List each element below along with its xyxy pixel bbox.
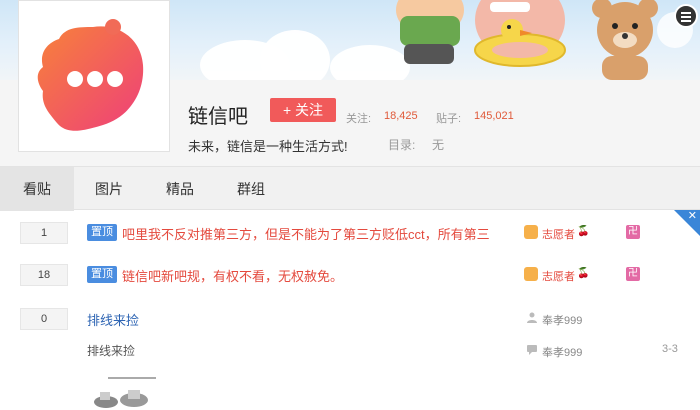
directory-label: 目录: xyxy=(388,138,416,152)
thread-author[interactable]: 志愿者 xyxy=(542,226,575,242)
cherry-badge-icon: 🍒 xyxy=(577,268,590,279)
thread-abstract: 排线来捡 xyxy=(87,344,136,358)
forum-logo-icon xyxy=(37,19,144,131)
thread-title[interactable]: 排线来捡 xyxy=(87,310,287,329)
followers-count: 18,425 xyxy=(384,110,418,122)
forum-title: 链信吧 xyxy=(188,106,248,128)
user-icon xyxy=(527,312,537,323)
follow-button[interactable]: + 关注 xyxy=(270,98,336,122)
posts-count: 145,021 xyxy=(474,110,514,122)
last-reply-user[interactable]: 奉孝999 xyxy=(542,344,582,360)
reply-count: 18 xyxy=(20,264,68,286)
pinned-tag: 置顶 xyxy=(87,224,117,241)
menu-icon[interactable] xyxy=(674,4,698,28)
close-icon[interactable]: ✕ xyxy=(688,209,697,222)
reply-count: 1 xyxy=(20,222,68,244)
cloud-decoration xyxy=(260,30,330,80)
forum-slogan: 未来，链信是一种生活方式! xyxy=(188,139,348,154)
tab-groups[interactable]: 群组 xyxy=(216,167,286,211)
user-icon xyxy=(524,267,538,281)
forum-avatar xyxy=(18,0,170,152)
tab-featured[interactable]: 精品 xyxy=(144,167,216,211)
tab-threads[interactable]: 看贴 xyxy=(0,167,74,211)
user-icon xyxy=(524,225,538,239)
thread-title[interactable]: 链信吧新吧规，有权不看，无权赦免。 xyxy=(122,266,502,285)
thread-title[interactable]: 吧里我不反对推第三方，但是不能为了第三方贬低cct，所有第三 xyxy=(122,224,502,243)
cherry-badge-icon: 🍒 xyxy=(577,226,590,237)
sign-in-icon: 卍 xyxy=(626,225,640,239)
posts-label: 贴子: xyxy=(436,113,462,125)
thread-author[interactable]: 奉孝999 xyxy=(542,312,582,328)
banner-cartoon-illustration xyxy=(396,0,693,80)
directory-value[interactable]: 无 xyxy=(432,136,444,153)
forum-tabs: 看贴 图片 精品 群组 xyxy=(0,166,700,211)
reply-count: 0 xyxy=(20,308,68,330)
thread-thumbnail[interactable] xyxy=(86,372,166,410)
last-reply-time: 3-3 xyxy=(662,343,678,355)
followers-label: 关注: xyxy=(346,113,372,125)
pinned-tag: 置顶 xyxy=(87,266,117,283)
tab-images[interactable]: 图片 xyxy=(74,167,144,211)
thread-author[interactable]: 志愿者 xyxy=(542,268,575,284)
sign-in-icon: 卍 xyxy=(626,267,640,281)
reply-icon xyxy=(527,345,537,355)
